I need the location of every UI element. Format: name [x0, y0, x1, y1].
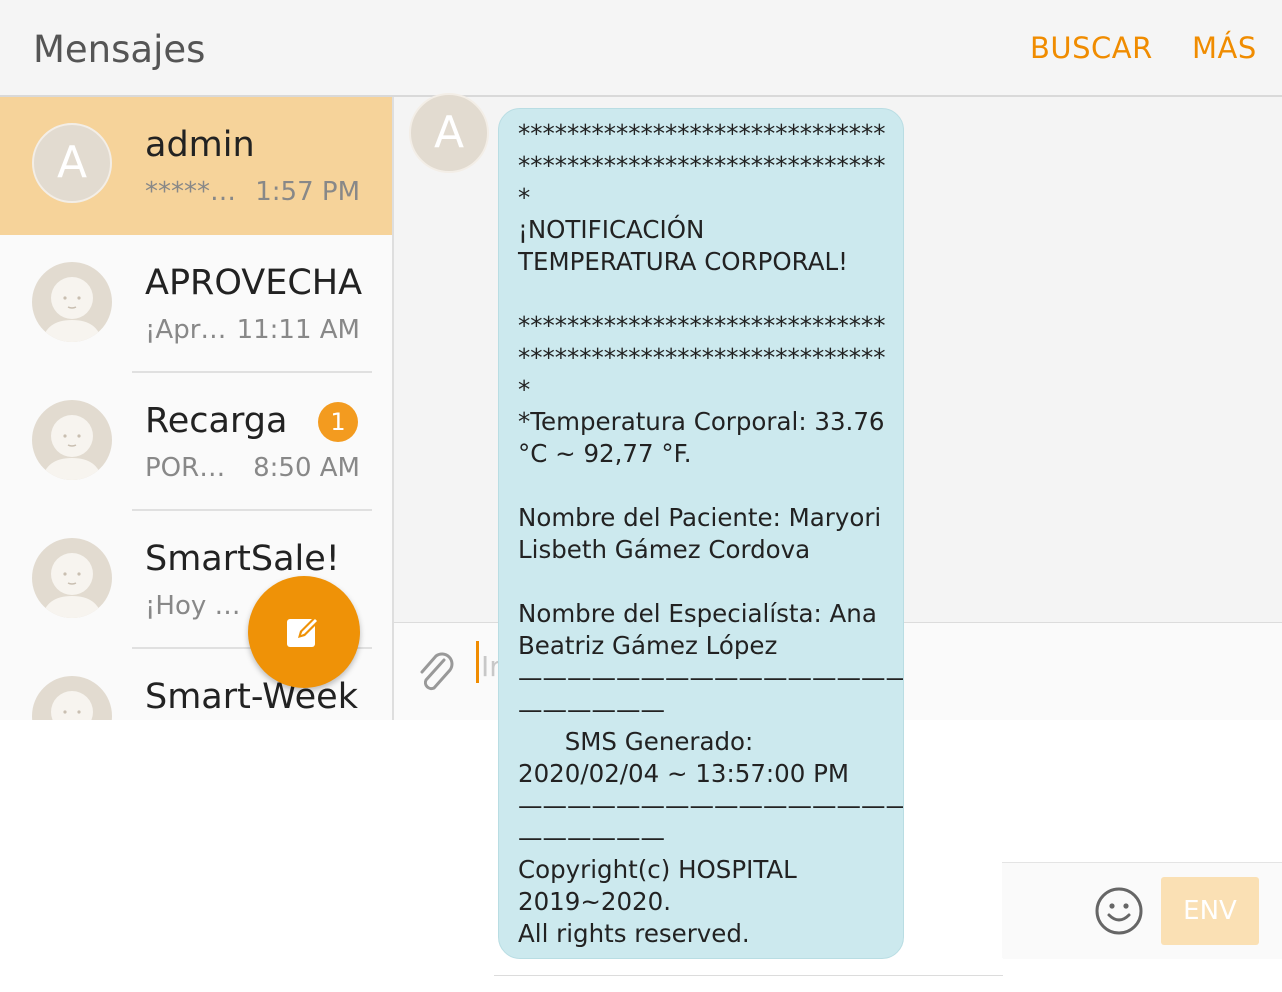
person-avatar-icon: [32, 538, 112, 618]
app-title: Mensajes: [33, 28, 206, 71]
message-line: ——————: [518, 823, 665, 852]
conversation-time: 8:50 AM: [253, 453, 360, 483]
conversation-name: APROVECHA: [145, 263, 363, 303]
message-line: 2019~2020.: [518, 887, 672, 916]
message-line: *: [518, 183, 531, 212]
message-line: ******************************: [518, 311, 886, 340]
more-button[interactable]: MÁS: [1192, 31, 1257, 65]
message-line: ——————————————————: [518, 663, 903, 692]
message-line: °C ~ 92,77 °F.: [518, 439, 692, 468]
conversation-snippet: ¡Apr…: [145, 315, 227, 345]
popup-edge: [494, 958, 1003, 976]
message-line: ¡NOTIFICACIÓN: [518, 215, 705, 244]
contact-avatar: A: [32, 123, 112, 203]
message-line: ******************************: [518, 151, 886, 180]
message-text: ****************************** **********…: [518, 118, 903, 950]
message-bubble[interactable]: ****************************** **********…: [498, 108, 904, 959]
sender-avatar: A: [409, 93, 489, 173]
message-line: ******************************: [518, 119, 886, 148]
message-line: *Temperatura Corporal: 33.76: [518, 407, 885, 436]
compose-button[interactable]: [248, 576, 360, 688]
message-line: Nombre del Paciente: Maryori: [518, 503, 882, 532]
message-line: ——————: [518, 695, 665, 724]
message-line: *: [518, 375, 531, 404]
conversation-name: admin: [145, 125, 255, 165]
unread-badge: 1: [318, 402, 358, 442]
conversation-name: Recarga: [145, 401, 288, 441]
conversation-item-admin[interactable]: A admin *******… 1:57 PM: [0, 97, 392, 235]
message-line: All rights reserved.: [518, 919, 750, 948]
message-line: Nombre del Especialísta: Ana: [518, 599, 877, 628]
conversation-snippet: ¡Hoy ulti…: [145, 591, 255, 621]
conversation-item-recarga[interactable]: Recarga 1 POR… 8:50 AM: [0, 373, 392, 511]
send-button[interactable]: ENV: [1161, 877, 1259, 945]
message-line: SMS Generado:: [518, 727, 754, 756]
message-line: Lisbeth Gámez Cordova: [518, 535, 811, 564]
conversation-time: 1:57 PM: [255, 177, 360, 207]
paperclip-icon[interactable]: [414, 648, 458, 698]
message-line: Copyright(c) HOSPITAL: [518, 855, 797, 884]
smiley-icon[interactable]: [1094, 886, 1144, 936]
conversation-time: 11:11 AM: [236, 315, 360, 345]
top-app-bar: Mensajes BUSCAR MÁS: [0, 0, 1282, 97]
message-line: ******************************: [518, 343, 886, 372]
message-line: 2020/02/04 ~ 13:57:00 PM: [518, 759, 850, 788]
person-avatar-icon: [32, 400, 112, 480]
conversation-snippet: *******…: [145, 177, 237, 207]
search-button[interactable]: BUSCAR: [1030, 31, 1153, 65]
conversation-item-aprovecha[interactable]: APROVECHA ¡Apr… 11:11 AM: [0, 235, 392, 373]
person-avatar-icon: [32, 262, 112, 342]
message-line: [518, 566, 903, 598]
compose-icon: [287, 617, 319, 647]
message-line: ——————————————————: [518, 791, 903, 820]
message-line: TEMPERATURA CORPORAL!: [518, 247, 848, 276]
text-cursor: [476, 641, 479, 683]
person-avatar-icon: [32, 676, 112, 720]
conversation-name: SmartSale!: [145, 539, 340, 579]
message-line: [518, 470, 903, 502]
message-line: [518, 278, 903, 310]
conversation-snippet: POR…: [145, 453, 226, 483]
message-line: Beatriz Gámez López: [518, 631, 778, 660]
